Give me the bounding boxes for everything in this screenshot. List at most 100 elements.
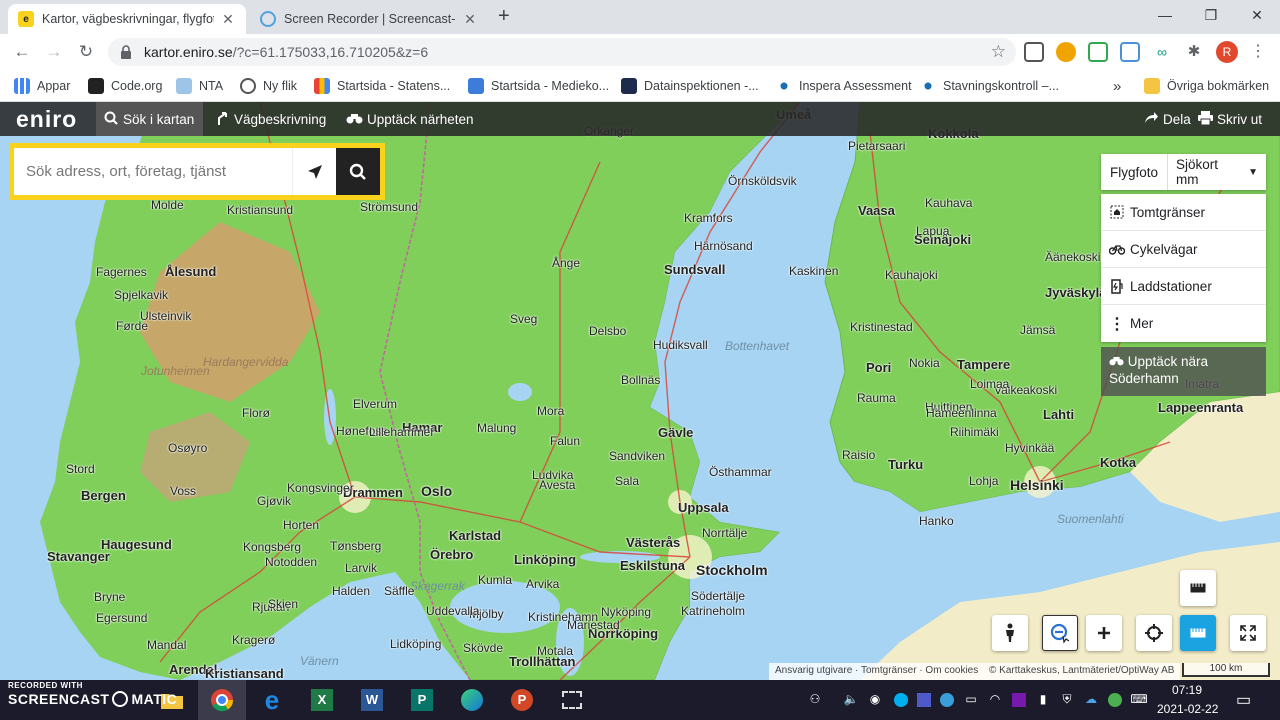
map-place-label[interactable]: Kristinestad [850,320,913,334]
bookmark-stavningskontroll[interactable]: Stavningskontroll –... [920,77,1059,95]
map-place-label[interactable]: Lohja [969,474,998,488]
map-place-label[interactable]: Lillehammer [369,425,434,439]
map-place-label[interactable]: Hyvinkää [1005,441,1054,455]
map-place-label[interactable]: Skövde [463,641,503,655]
discover-nearby-panel[interactable]: Upptäck nära Söderhamn [1101,347,1266,396]
map-place-label[interactable]: Malung [477,421,516,435]
map-place-label[interactable]: Uppsala [678,500,729,515]
map-place-label[interactable]: Jämsä [1020,323,1055,337]
map-place-label[interactable]: Strömsund [360,200,418,214]
bookmark-new-tab[interactable]: Ny flik [240,77,297,95]
map-place-label[interactable]: Nokia [909,356,940,370]
map-place-label[interactable]: Karlstad [449,528,501,543]
address-bar[interactable]: kartor.eniro.se/?c=61.175033,16.710205&z… [108,38,1016,66]
display-icon[interactable]: ▭ [962,692,980,708]
map-place-label[interactable]: Gjøvik [257,494,291,508]
map-place-label[interactable]: Delsbo [589,324,626,338]
bookmark-datainspektionen[interactable]: Datainspektionen -... [621,77,759,95]
search-button[interactable] [336,148,380,195]
map-place-label[interactable]: Pori [866,360,891,375]
volume-icon[interactable]: 🔈 [842,692,860,708]
powerpoint-icon[interactable]: P [498,680,546,720]
map-place-label[interactable]: Hardangervidda [203,355,288,369]
print-button[interactable]: Skriv ut [1190,102,1270,136]
eniro-logo[interactable]: eniro [16,106,77,133]
map-place-label[interactable]: Osøyro [168,441,207,455]
map-place-label[interactable]: Larvik [345,561,377,575]
map-place-label[interactable]: Ålesund [165,264,216,279]
bookmark-other[interactable]: Övriga bokmärken [1144,77,1269,95]
distance-tooltip-button[interactable] [1180,570,1216,606]
map-place-label[interactable]: Haugesund [101,537,172,552]
measure-distance-button[interactable] [1180,615,1216,651]
map-place-label[interactable]: Oslo [421,483,452,499]
map-place-label[interactable]: Florø [242,406,270,420]
map-place-label[interactable]: Tampere [957,357,1010,372]
map-place-label[interactable]: Riihimäki [950,425,999,439]
map-place-label[interactable]: Katrineholm [681,604,745,618]
keyboard-icon[interactable]: ⌨ [1130,692,1148,708]
map-place-label[interactable]: Mora [537,404,564,418]
puzzle-extensions-icon[interactable]: ✱ [1184,42,1204,62]
word-icon[interactable]: W [348,680,396,720]
map-place-label[interactable]: Horten [283,518,319,532]
map-place-label[interactable]: Molde [151,198,184,212]
map-place-label[interactable]: Elverum [353,397,397,411]
my-position-button[interactable] [1136,615,1172,651]
pocket-extension-icon[interactable] [1024,42,1044,62]
map-place-label[interactable]: Södertälje [691,589,745,603]
map-place-label[interactable]: Trollhättan [509,654,575,669]
map-place-label[interactable]: Linköping [514,552,576,567]
map-place-label[interactable]: Stockholm [696,562,768,578]
teams-icon[interactable] [915,692,933,708]
map-place-label[interactable]: Tønsberg [330,539,381,553]
map-place-label[interactable]: Suomenlahti [1057,512,1124,526]
map-place-label[interactable]: Falun [550,434,580,448]
layer-plot-boundaries[interactable]: Tomtgränser [1101,194,1266,231]
map-place-label[interactable]: Uddevalla [426,604,479,618]
map-place-label[interactable]: Sundsvall [664,262,725,277]
map-place-label[interactable]: Egersund [96,611,147,625]
internet-explorer-icon[interactable]: e [248,680,296,720]
bookmark-inspera[interactable]: Inspera Assessment [776,77,912,95]
zoom-in-button[interactable] [1086,615,1122,651]
map-place-label[interactable]: Kauhava [925,196,972,210]
people-icon[interactable]: ⚇ [806,692,824,708]
snipping-tool-icon[interactable] [548,680,596,720]
screencast-tray-icon[interactable] [938,692,956,708]
map-place-label[interactable]: Bryne [94,590,125,604]
map-place-label[interactable]: Kauhajoki [885,268,938,282]
bookmark-statens[interactable]: Startsida - Statens... [314,77,450,95]
profile-avatar[interactable]: R [1216,41,1238,63]
edge-icon[interactable] [448,680,496,720]
minimize-icon[interactable]: — [1142,4,1188,28]
map-place-label[interactable]: Mandal [147,638,186,652]
map-place-label[interactable]: Jyväskylä [1045,285,1106,300]
wifi-icon[interactable]: ◠ [986,692,1004,708]
owl-extension-icon[interactable]: ∞ [1152,42,1172,62]
skype-icon[interactable] [892,692,910,708]
map-place-label[interactable]: Kongsberg [243,540,301,554]
bookmark-code-org[interactable]: Code.org [88,77,162,95]
map-place-label[interactable]: Kristiansund [227,203,293,217]
map-place-label[interactable]: Ulsteinvik [140,309,191,323]
security-icon[interactable]: ⛨ [1058,692,1076,708]
map-place-label[interactable]: Voss [170,484,196,498]
map-place-label[interactable]: Kongsvinger [287,481,354,495]
map-place-label[interactable]: Bollnäs [621,373,660,387]
honey-extension-icon[interactable] [1056,42,1076,62]
bookmark-medieko[interactable]: Startsida - Medieko... [468,77,609,95]
chrome-icon[interactable] [198,680,246,720]
bookmark-apps[interactable]: Appar [14,77,70,95]
close-window-icon[interactable]: ✕ [1234,4,1280,28]
map-place-label[interactable]: Kotka [1100,455,1136,470]
map-place-label[interactable]: Äänekoski [1045,250,1100,264]
map-place-label[interactable]: Skien [268,597,298,611]
back-icon[interactable]: ← [10,40,34,64]
more-bookmarks-button[interactable]: » [1113,77,1121,95]
map-place-label[interactable]: Norrtälje [702,526,747,540]
battery-icon[interactable]: ▮ [1034,692,1052,708]
map-place-label[interactable]: Lahti [1043,407,1074,422]
sea-chart-dropdown[interactable]: Sjökort mm ▼ [1168,157,1266,187]
map-place-label[interactable]: Arvika [526,577,559,591]
